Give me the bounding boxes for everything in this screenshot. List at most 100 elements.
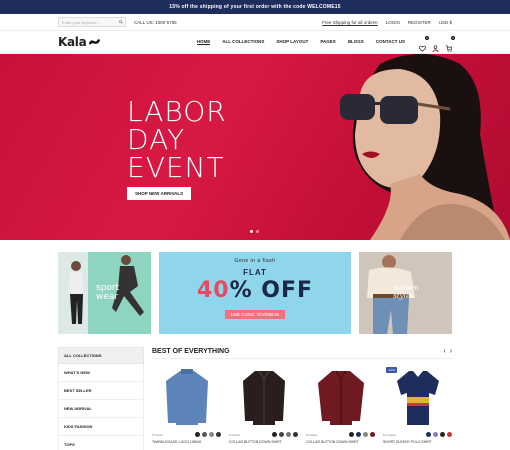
wishlist-icon[interactable]: 0 [419,35,429,52]
womens-label-line1: women [393,284,419,292]
logo-mark-icon [89,39,101,45]
product-name[interactable]: SHORT SLEEVE POLO SHIRT [383,440,452,444]
hero-model-image [340,54,510,240]
slider-dots [250,230,259,233]
login-link[interactable]: LOGIN [386,20,400,25]
swatch[interactable] [433,432,438,437]
product-name[interactable]: COLLAR BUTTON DOWN SHIRT [306,440,375,444]
sidebar-item-whats-new[interactable]: WHAT'S NEW [58,364,144,382]
cart-count: 0 [451,35,455,40]
swatch[interactable] [195,432,200,437]
sidebar-item-best-seller[interactable]: BEST SELLER [58,382,144,400]
hero-title-line2: DAY [127,123,186,156]
search-input[interactable]: Enter your keyword ... [58,17,126,27]
product-name[interactable]: TWINKLEGAGE LOGO LINING [152,440,221,444]
main-menu: HOME ALL COLLECTIONS SHOP LAYOUT PAGES B… [196,39,405,45]
color-count: 10 Colors [383,432,396,437]
swatch[interactable] [216,432,221,437]
product-card[interactable]: -10% 10 Colors SHORT SLEEVE POLO SHIRT [383,365,452,444]
promo-topbar: 15% off the shipping of your first order… [0,0,510,14]
site-logo[interactable]: Kala [58,35,101,49]
hero-title-line3: EVENT [127,151,225,184]
hero-banner: LABOR DAY EVENT SHOP NEW ARRIVALS [0,54,510,240]
sidebar-item-kids-fashion[interactable]: KIDS FASHION [58,418,144,436]
search-placeholder: Enter your keyword ... [62,19,101,25]
product-image[interactable] [152,365,221,429]
product-carousel: 5 Colors TWINKLEGAGE LOGO LINING 5 Color… [152,365,452,444]
swatch[interactable] [279,432,284,437]
womens-label: women styles [393,284,419,300]
hero-title: LABOR DAY EVENT [127,98,227,182]
menu-item-pages[interactable]: PAGES [320,39,335,45]
swatch[interactable] [286,432,291,437]
sidebar-item-tops[interactable]: TOPS [58,436,144,450]
product-image[interactable] [383,365,452,429]
currency-selector[interactable]: USD $ [439,20,452,25]
phone-number: CALL US: 1000-5785 [134,19,177,25]
best-of-everything-section: BEST OF EVERYTHING ‹ › 5 Colors TWINKLEG… [152,347,452,450]
swatch[interactable] [363,432,368,437]
color-count: 5 Colors [152,432,164,437]
sale-tagline: Gone in a flash [234,258,276,264]
sportwear-label: sport wear [96,284,119,302]
sale-off-label: % OFF [229,278,314,303]
prev-arrow-icon[interactable]: ‹ [443,348,445,355]
utility-bar: Enter your keyword ... CALL US: 1000-578… [0,14,510,31]
logo-text: Kala [58,35,87,49]
search-icon[interactable] [119,19,123,25]
sale-percent: 40 [196,278,230,303]
swatch[interactable] [209,432,214,437]
menu-item-blogs[interactable]: BLOGS [348,39,364,45]
color-count: 5 Colors [229,432,241,437]
discount-badge: -10% [386,367,398,373]
account-icon[interactable] [432,39,439,52]
slider-dot[interactable] [250,230,253,233]
color-count: 5 Colors [306,432,318,437]
color-swatches [195,432,221,437]
promo-row: sport wear Gone in a flash FLAT 40% OFF … [0,252,510,334]
menu-item-home[interactable]: HOME [196,39,211,45]
section-title: BEST OF EVERYTHING [152,347,230,355]
sidebar-header[interactable]: ALL COLLECTIONS [58,347,144,364]
hero-title-line1: LABOR [127,95,227,128]
register-link[interactable]: REGISTER [408,20,431,25]
product-card[interactable]: 5 Colors COLLAR BUTTON DOWN SHIRT [229,365,298,444]
product-name[interactable]: COLLAR BUTTON DOWN SHIRT [229,440,298,444]
swatch[interactable] [426,432,431,437]
sportwear-label-line2: wear [96,292,119,302]
swatch[interactable] [370,432,375,437]
product-image[interactable] [229,365,298,429]
sale-headline: 40% OFF [159,278,351,303]
shipping-link[interactable]: Free Shipping for all orders! [322,20,378,25]
sportwear-promo[interactable]: sport wear [58,252,151,334]
flash-sale-promo[interactable]: Gone in a flash FLAT 40% OFF USE CODE: G… [158,252,352,334]
collections-sidebar: ALL COLLECTIONS WHAT'S NEW BEST SELLER N… [58,347,144,450]
product-card[interactable]: 5 Colors TWINKLEGAGE LOGO LINING [152,365,221,444]
color-swatches [426,432,452,437]
womens-styles-promo[interactable]: women styles [359,252,452,334]
swatch[interactable] [293,432,298,437]
swatch[interactable] [447,432,452,437]
product-image[interactable] [306,365,375,429]
wishlist-count: 0 [425,35,429,40]
sidebar-item-new-arrival[interactable]: NEW ARRIVAL [58,400,144,418]
next-arrow-icon[interactable]: › [450,348,452,355]
womens-label-line2: styles [393,292,414,300]
color-swatches [349,432,375,437]
sale-flat-label: FLAT [243,268,267,277]
cart-icon[interactable]: 0 [445,35,455,52]
shop-new-arrivals-button[interactable]: SHOP NEW ARRIVALS [127,187,192,200]
main-navbar: Kala HOME ALL COLLECTIONS SHOP LAYOUT PA… [0,31,510,54]
slider-dot[interactable] [256,230,259,233]
swatch[interactable] [272,432,277,437]
swatch[interactable] [440,432,445,437]
promo-text: 15% off the shipping of your first order… [169,4,341,10]
product-card[interactable]: 5 Colors COLLAR BUTTON DOWN SHIRT [306,365,375,444]
menu-item-contact-us[interactable]: CONTACT US [376,39,405,45]
swatch[interactable] [349,432,354,437]
swatch[interactable] [202,432,207,437]
menu-item-shop-layout[interactable]: SHOP LAYOUT [276,39,308,45]
menu-item-all-collections[interactable]: ALL COLLECTIONS [222,39,264,45]
sale-code-badge: USE CODE: GIVEME40 [224,310,286,319]
swatch[interactable] [356,432,361,437]
